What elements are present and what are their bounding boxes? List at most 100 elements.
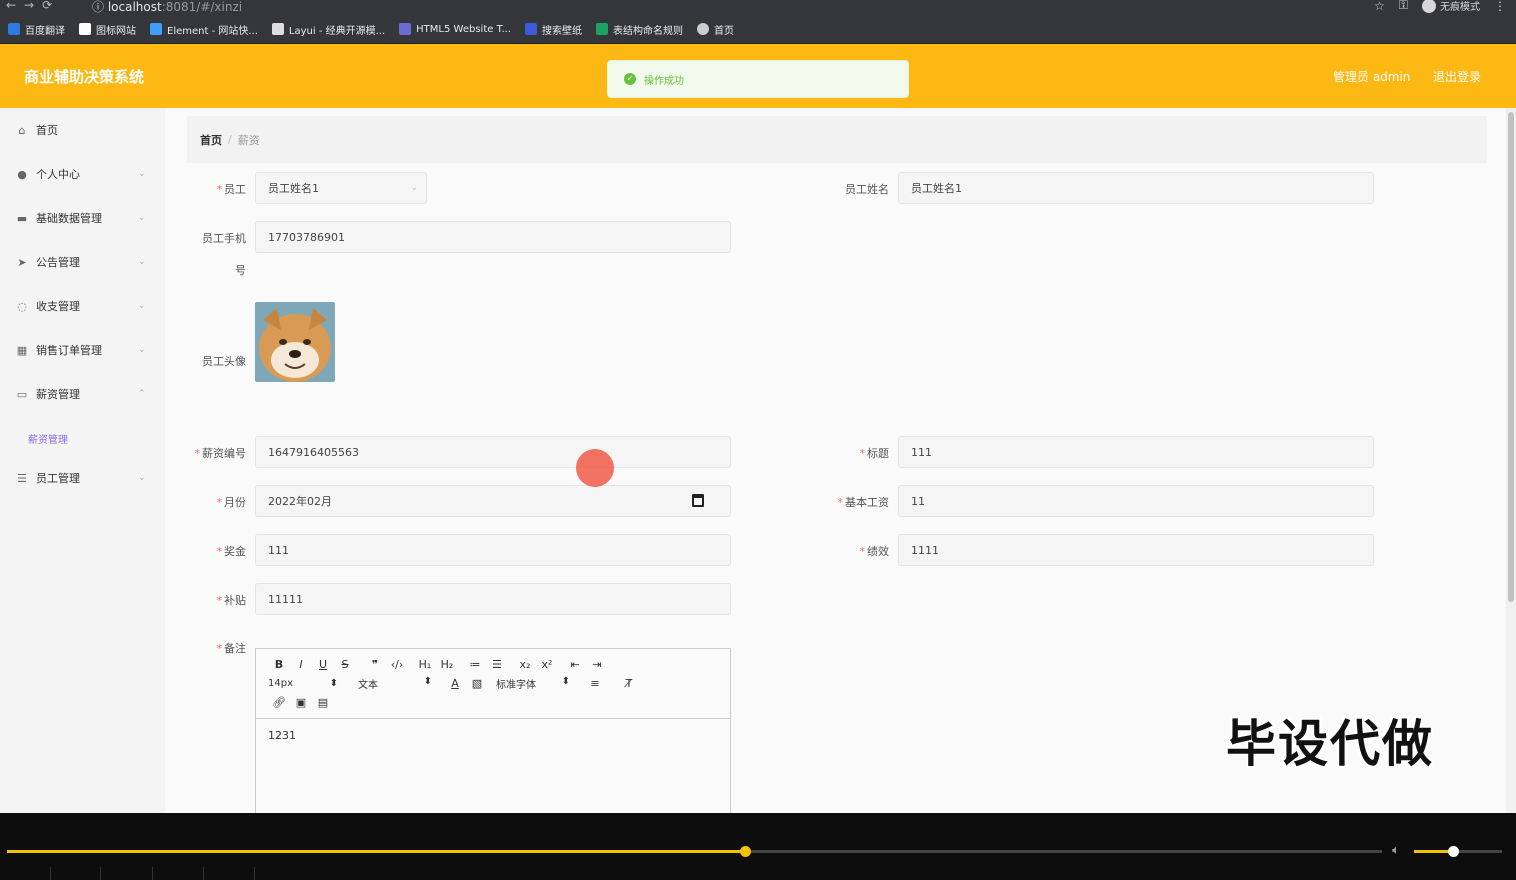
link-icon[interactable]: 🔗︎ [268, 696, 290, 709]
performance-label: * 绩效 [859, 545, 890, 558]
code-icon[interactable]: ‹/› [386, 658, 408, 671]
sidebar-item-personal[interactable]: ● 个人中心 ⌄ [0, 152, 165, 196]
star-icon[interactable]: ☆ [1374, 0, 1385, 13]
base-salary-field[interactable]: 11 [898, 485, 1374, 517]
sidebar-subitem-salary[interactable]: 薪资管理 [28, 431, 68, 446]
chevron-down-icon: ⌄ [138, 213, 146, 223]
watermark: 毕设代做 [1226, 715, 1434, 773]
list-icon: ☰ [17, 471, 27, 485]
performance-field[interactable]: 1111 [898, 534, 1374, 566]
remark-label: * 备注 [216, 642, 247, 655]
chevron-down-icon: ⌄ [138, 301, 146, 311]
sidebar-item-employee[interactable]: ☰ 员工管理 ⌄ [0, 456, 165, 500]
bookmark-item[interactable]: 图标网站 [79, 22, 136, 37]
ordered-list-icon[interactable]: ≔ [464, 658, 486, 671]
bold-icon[interactable]: B [268, 658, 290, 671]
outdent-icon[interactable]: ⇤ [564, 658, 586, 671]
grid-icon: ▦ [16, 343, 28, 357]
sidebar: ⌂ 首页 ● 个人中心 ⌄ ▬ 基础数据管理 ⌄ ➤ 公告管理 ⌄ ◌ 收支管理 ⌄ ▦ 销售订单管… [0, 108, 165, 813]
month-date-field[interactable]: 2022年02月 [255, 485, 731, 517]
volume-track[interactable] [1414, 846, 1502, 857]
allowance-field[interactable]: 11111 [255, 583, 731, 615]
underline-icon[interactable]: U [312, 658, 334, 671]
progress-knob[interactable] [740, 846, 752, 857]
chevron-up-icon: ⌃ [138, 389, 146, 399]
app-title: 商业辅助决策系统 [24, 68, 145, 86]
bullet-list-icon[interactable]: ☰ [486, 658, 508, 671]
volume-fill [1414, 850, 1453, 853]
phone-label: 员工手机 [202, 232, 246, 245]
power-icon: ◌ [17, 299, 27, 313]
card-icon: ▭ [16, 387, 28, 401]
chevron-down-icon: ⌄ [138, 345, 146, 355]
bookmark-item[interactable]: 百度翻译 [8, 22, 65, 37]
progress-track[interactable] [7, 846, 1382, 857]
address-bar[interactable]: ⓘ localhost:8081/#/xinzi [92, 0, 242, 15]
progress-fill [7, 850, 746, 853]
employee-avatar[interactable] [255, 302, 335, 382]
volume-knob[interactable] [1447, 846, 1459, 857]
background-color-icon[interactable]: ▧ [466, 677, 488, 690]
h2-icon[interactable]: H₂ [436, 658, 458, 671]
text-type-select[interactable]: 文本 ⬍ [358, 676, 432, 691]
quote-icon[interactable]: ❞ [364, 658, 386, 671]
sidebar-item-basic-data[interactable]: ▬ 基础数据管理 ⌄ [0, 196, 165, 240]
allowance-label: * 补贴 [216, 594, 247, 607]
sidebar-item-salary[interactable]: ▭ 薪资管理 ⌃ [0, 372, 165, 416]
title-field[interactable]: 111 [898, 436, 1374, 468]
bonus-field[interactable]: 111 [255, 534, 731, 566]
employee-name-field[interactable]: 员工姓名1 [898, 172, 1374, 204]
bookmarks-bar: 百度翻译 图标网站 Element - 网站快... Layui - 经典开源模… [0, 15, 1516, 44]
editor-content[interactable]: 1231 [256, 719, 730, 752]
employee-select[interactable]: 员工姓名1 ⌄ [255, 172, 427, 204]
editor-toolbar: B I U S ❞ ‹/› H₁ H₂ ≔ ☰ x₂ x² ⇤ ⇥ 14px ⬍ … [256, 649, 730, 719]
font-family-select[interactable]: 标准字体 ⬍ [496, 676, 570, 691]
home-icon: ⌂ [18, 123, 26, 137]
font-size-select[interactable]: 14px ⬍ [268, 678, 338, 689]
bookmark-item[interactable]: 首页 [697, 22, 734, 37]
image-icon[interactable]: ▣ [290, 696, 312, 709]
bookmark-item[interactable]: Layui - 经典开源模... [271, 22, 385, 37]
breadcrumb-home[interactable]: 首页 [200, 132, 222, 148]
page-scrollbar[interactable] [1506, 108, 1516, 813]
breadcrumb: 首页 / 薪资 [187, 116, 1487, 163]
salary-no-field[interactable]: 1647916405563 [255, 436, 731, 468]
menu-kebab-icon[interactable]: ⋮ [1494, 0, 1506, 13]
bonus-label: * 奖金 [216, 545, 247, 558]
key-icon[interactable]: ⚿ [1399, 0, 1408, 13]
sidebar-item-finance[interactable]: ◌ 收支管理 ⌄ [0, 284, 165, 328]
browser-nav-icons[interactable]: ←→⟳ [6, 0, 60, 12]
video-icon[interactable]: ▤ [312, 696, 334, 709]
employee-label: * 员工 [216, 183, 247, 196]
strike-icon[interactable]: S [334, 658, 356, 671]
player-divider [254, 867, 255, 880]
h1-icon[interactable]: H₁ [414, 658, 436, 671]
clear-format-icon[interactable]: T̸ [618, 677, 640, 690]
calendar-icon[interactable] [692, 494, 704, 507]
phone-field[interactable]: 17703786901 [255, 221, 731, 253]
sidebar-item-sales-order[interactable]: ▦ 销售订单管理 ⌄ [0, 328, 165, 372]
bookmark-item[interactable]: 搜索壁纸 [525, 22, 582, 37]
sidebar-item-notice[interactable]: ➤ 公告管理 ⌄ [0, 240, 165, 284]
rich-text-editor[interactable]: B I U S ❞ ‹/› H₁ H₂ ≔ ☰ x₂ x² ⇤ ⇥ 14px ⬍ … [255, 648, 731, 813]
incognito-badge[interactable]: 无痕模式 [1422, 0, 1480, 13]
scrollbar-thumb[interactable] [1508, 112, 1514, 602]
bookmark-item[interactable]: 表结构命名规则 [596, 22, 683, 37]
bookmark-item[interactable]: HTML5 Website T... [399, 23, 511, 35]
app-header: 商业辅助决策系统 ✓ 操作成功 管理员 admin 退出登录 [0, 44, 1516, 108]
check-circle-icon: ✓ [624, 73, 636, 85]
success-toast: ✓ 操作成功 [607, 60, 909, 98]
phone-label-cont: 号 [235, 264, 246, 277]
subscript-icon[interactable]: x₂ [514, 658, 536, 671]
indent-icon[interactable]: ⇥ [586, 658, 608, 671]
sidebar-item-home[interactable]: ⌂ 首页 [0, 108, 165, 152]
bookmark-item[interactable]: Element - 网站快... [150, 22, 258, 37]
volume-icon[interactable]: 🔈︎ [1392, 843, 1400, 858]
player-divider [203, 867, 204, 880]
italic-icon[interactable]: I [290, 658, 312, 671]
logout-link[interactable]: 退出登录 [1433, 68, 1481, 85]
superscript-icon[interactable]: x² [536, 658, 558, 671]
user-label: 管理员 admin [1333, 70, 1411, 84]
font-color-icon[interactable]: A [444, 677, 466, 690]
align-icon[interactable]: ≡ [584, 677, 606, 690]
